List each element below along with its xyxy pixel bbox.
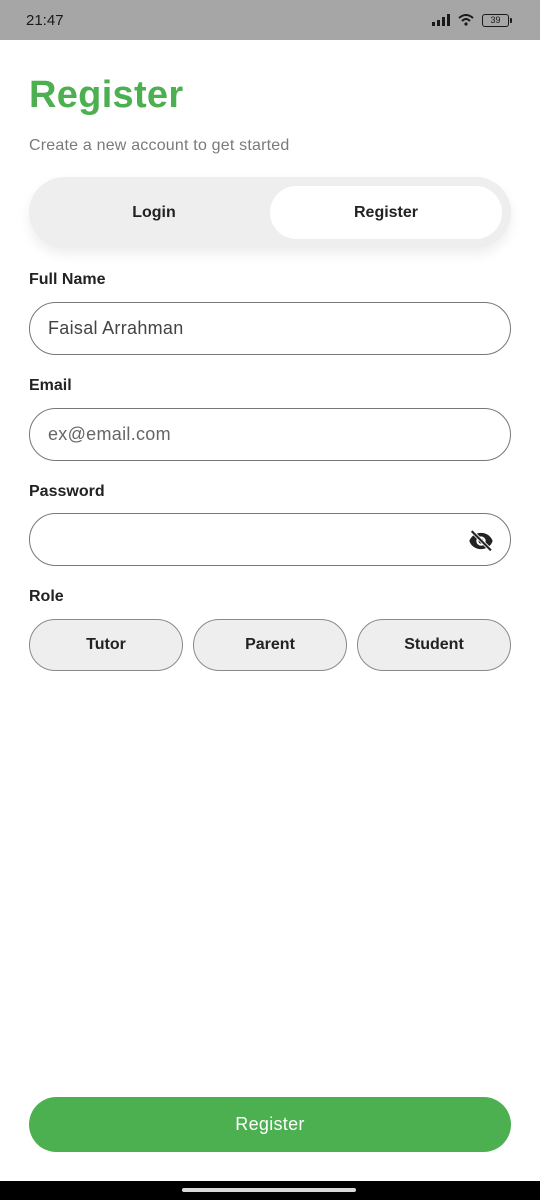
full-name-input[interactable]: Faisal Arrahman xyxy=(29,302,511,355)
home-gesture-handle[interactable] xyxy=(182,1188,356,1192)
full-name-label: Full Name xyxy=(29,271,106,288)
battery-icon: 39 xyxy=(482,13,512,27)
role-label: Role xyxy=(29,588,64,605)
status-time: 21:47 xyxy=(26,11,64,29)
role-option-tutor[interactable]: Tutor xyxy=(29,619,183,671)
battery-level: 39 xyxy=(482,13,509,27)
page-title: Register xyxy=(29,74,184,116)
register-button[interactable]: Register xyxy=(29,1097,511,1152)
password-label: Password xyxy=(29,483,105,500)
tab-register[interactable]: Register xyxy=(270,186,502,239)
full-name-value: Faisal Arrahman xyxy=(48,318,184,338)
email-placeholder: ex@email.com xyxy=(48,424,171,444)
page-subtitle: Create a new account to get started xyxy=(29,137,290,154)
role-options: Tutor Parent Student xyxy=(29,619,511,671)
auth-tab-switcher: Login Register xyxy=(29,177,511,248)
role-option-student[interactable]: Student xyxy=(357,619,511,671)
status-icons: 39 xyxy=(432,13,512,27)
signal-icon xyxy=(432,14,450,26)
email-input[interactable]: ex@email.com xyxy=(29,408,511,461)
system-nav-bar xyxy=(0,1181,540,1200)
email-label: Email xyxy=(29,377,72,394)
eye-off-icon[interactable] xyxy=(467,527,495,555)
tab-login[interactable]: Login xyxy=(38,186,270,239)
status-bar: 21:47 39 xyxy=(0,0,540,40)
wifi-icon xyxy=(458,14,474,26)
role-option-parent[interactable]: Parent xyxy=(193,619,347,671)
password-input[interactable] xyxy=(29,513,511,566)
